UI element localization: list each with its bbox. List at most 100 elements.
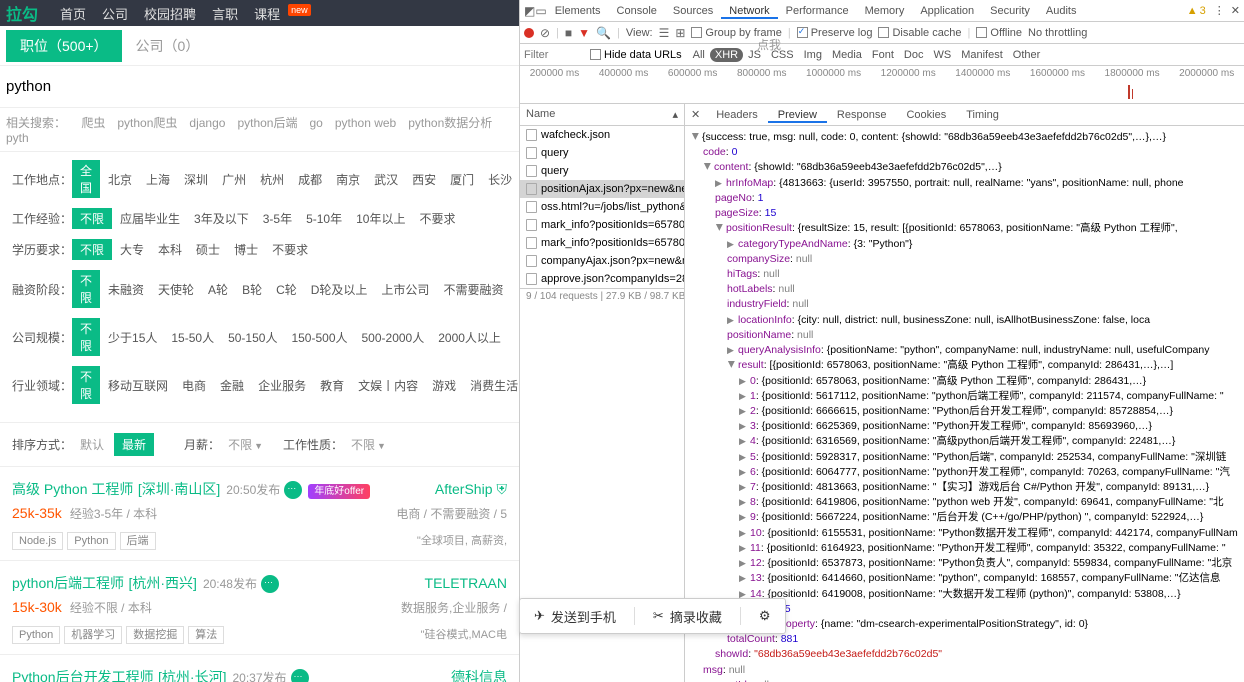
request-item[interactable]: positionAjax.json?px=new&needA... (520, 180, 684, 198)
related-term[interactable]: python数据分析 (408, 116, 492, 130)
filter-option[interactable]: 文娱丨内容 (358, 377, 418, 394)
result-row[interactable]: ▶13: {positionId: 6414660, positionName:… (691, 571, 1238, 586)
filter-option[interactable]: 教育 (320, 377, 344, 394)
close-preview-icon[interactable]: ✕ (685, 108, 706, 121)
result-row[interactable]: ▶3: {positionId: 6625369, positionName: … (691, 419, 1238, 434)
devtools-tab[interactable]: Console (609, 5, 665, 17)
view-list-icon[interactable]: ☰ (659, 26, 670, 40)
request-item[interactable]: query (520, 162, 684, 180)
job-tag[interactable]: 算法 (188, 626, 224, 644)
type-filter[interactable]: Img (799, 48, 827, 62)
related-term[interactable]: 爬虫 (81, 116, 105, 130)
filter-option[interactable]: 3-5年 (263, 210, 292, 227)
filter-option[interactable]: 5-10年 (306, 210, 342, 227)
related-term[interactable]: python爬虫 (117, 116, 177, 130)
job-location[interactable]: [深圳·南山区] (138, 481, 220, 497)
devtools-tab[interactable]: Memory (857, 5, 913, 17)
filter-option[interactable]: 大专 (120, 241, 144, 258)
job-location[interactable]: [杭州·长河] (158, 669, 226, 682)
send-to-phone-button[interactable]: ✈发送到手机 (534, 607, 616, 626)
filter-option-active[interactable]: 全国 (72, 160, 100, 198)
filter-option[interactable]: 成都 (298, 171, 322, 188)
type-filter[interactable]: Manifest (956, 48, 1008, 62)
filter-option[interactable]: 金融 (220, 377, 244, 394)
related-term[interactable]: django (189, 116, 225, 130)
request-item[interactable]: oss.html?u=/jobs/list_python&q=7... (520, 198, 684, 216)
request-item[interactable]: wafcheck.json (520, 126, 684, 144)
filter-option[interactable]: 15-50人 (171, 329, 214, 346)
filter-icon[interactable]: ▼ (578, 26, 590, 40)
request-list-header[interactable]: Name▴ (520, 104, 684, 126)
request-item[interactable]: mark_info?positionIds=6578063%... (520, 216, 684, 234)
filter-option-active[interactable]: 不限 (72, 270, 100, 308)
request-item[interactable]: query (520, 144, 684, 162)
chat-icon[interactable] (291, 669, 309, 682)
nav-item[interactable]: 校园招聘 (144, 7, 196, 22)
filter-option[interactable]: 电商 (182, 377, 206, 394)
search-icon[interactable]: 🔍 (596, 26, 611, 40)
preview-tab[interactable]: Timing (956, 109, 1009, 121)
settings-button[interactable]: ⚙ (759, 608, 771, 624)
related-term[interactable]: python web (335, 116, 396, 130)
inspect-icon[interactable]: ◩ (524, 4, 535, 18)
type-filter[interactable]: Font (867, 48, 899, 62)
job-tag[interactable]: 数据挖掘 (126, 626, 184, 644)
result-row[interactable]: ▶0: {positionId: 6578063, positionName: … (691, 374, 1238, 389)
nav-item[interactable]: 首页 (60, 7, 86, 22)
filter-option[interactable]: 硕士 (196, 241, 220, 258)
preserve-checkbox[interactable]: Preserve log (797, 27, 873, 39)
timeline[interactable]: 200000 ms400000 ms600000 ms800000 ms1000… (520, 66, 1244, 104)
job-tag[interactable]: Python (67, 532, 115, 550)
job-tag[interactable]: Python (12, 626, 60, 644)
camera-icon[interactable]: ■ (565, 26, 572, 40)
devtools-tab[interactable]: Audits (1038, 5, 1085, 17)
nav-item[interactable]: 言职 (212, 7, 238, 22)
disable-cache-checkbox[interactable]: Disable cache (878, 27, 961, 39)
filter-option[interactable]: 博士 (234, 241, 258, 258)
filter-option[interactable]: 2000人以上 (438, 329, 501, 346)
filter-option[interactable]: 10年以上 (356, 210, 405, 227)
filter-option-active[interactable]: 不限 (72, 239, 112, 260)
chat-icon[interactable] (284, 481, 302, 499)
type-filter[interactable]: All (688, 48, 710, 62)
collect-button[interactable]: ✂摘录收藏 (653, 607, 722, 626)
job-title[interactable]: 高级 Python 工程师 (12, 481, 133, 497)
clear-icon[interactable]: ⊘ (540, 26, 550, 40)
result-row[interactable]: ▶10: {positionId: 6155531, positionName:… (691, 526, 1238, 541)
result-row[interactable]: ▶5: {positionId: 5928317, positionName: … (691, 450, 1238, 465)
filter-option[interactable]: 50-150人 (228, 329, 277, 346)
throttle-dropdown[interactable]: No throttling (1028, 27, 1087, 39)
company-name[interactable]: AfterShip⛨ (435, 481, 507, 498)
related-term[interactable]: go (309, 116, 322, 130)
record-button[interactable] (524, 28, 534, 38)
sort-default[interactable]: 默认 (80, 436, 104, 453)
filter-option[interactable]: 企业服务 (258, 377, 306, 394)
job-tag[interactable]: 机器学习 (64, 626, 122, 644)
filter-option[interactable]: 少于15人 (108, 329, 157, 346)
job-tag[interactable]: Node.js (12, 532, 63, 550)
tab-positions[interactable]: 职位（500+） (6, 30, 122, 62)
filter-input[interactable] (524, 49, 584, 61)
filter-option[interactable]: 3年及以下 (194, 210, 249, 227)
filter-option-active[interactable]: 不限 (72, 366, 100, 404)
filter-option[interactable]: 未融资 (108, 281, 144, 298)
result-row[interactable]: ▶7: {positionId: 4813663, positionName: … (691, 480, 1238, 495)
device-icon[interactable]: ▭ (535, 4, 546, 18)
devtools-tab[interactable]: Security (982, 5, 1038, 17)
type-filter[interactable]: Doc (899, 48, 929, 62)
filter-option[interactable]: 本科 (158, 241, 182, 258)
devtools-tab[interactable]: Elements (547, 5, 609, 17)
filter-option[interactable]: 天使轮 (158, 281, 194, 298)
devtools-tab[interactable]: Application (912, 5, 982, 17)
job-card[interactable]: 高级 Python 工程师 [深圳·南山区]20:50发布年底好offerAft… (0, 467, 519, 561)
preview-tab[interactable]: Response (827, 109, 897, 121)
filter-option[interactable]: 游戏 (432, 377, 456, 394)
result-row[interactable]: ▶4: {positionId: 6316569, positionName: … (691, 434, 1238, 449)
job-tag[interactable]: 后端 (120, 532, 156, 550)
filter-option[interactable]: 厦门 (450, 171, 474, 188)
job-card[interactable]: Python后台开发工程师 [杭州·长河]20:37发布德科信息 7k-12k经… (0, 655, 519, 682)
type-filter[interactable]: Media (827, 48, 867, 62)
filter-option[interactable]: 不需要融资 (443, 281, 503, 298)
nav-item[interactable]: 公司 (102, 7, 128, 22)
preview-tab[interactable]: Headers (706, 109, 768, 121)
